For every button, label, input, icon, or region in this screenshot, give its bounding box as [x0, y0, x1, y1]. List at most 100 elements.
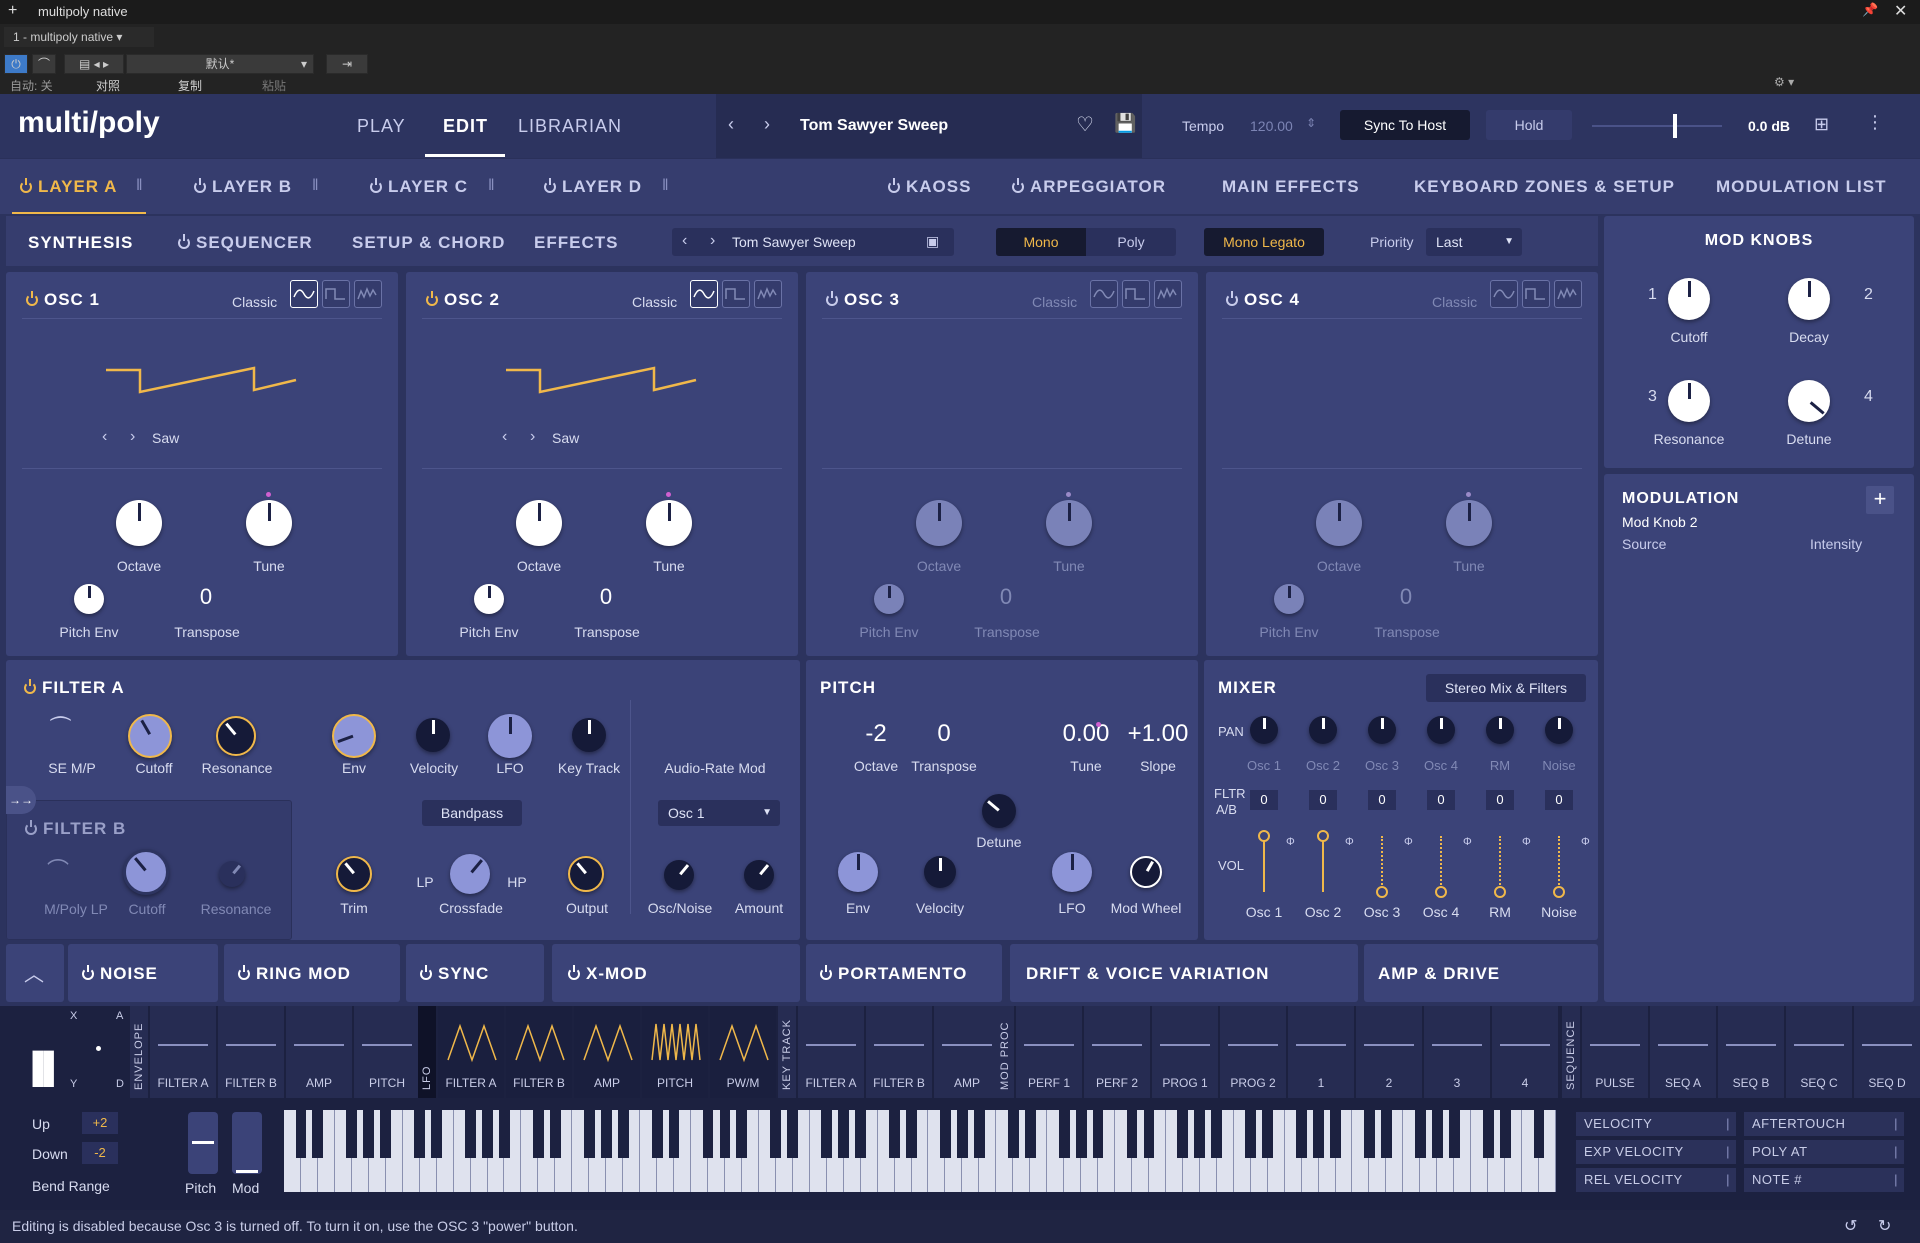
osc-noise-knob[interactable] — [664, 860, 694, 890]
mod-source-tag[interactable]: REL VELOCITY | — [1576, 1168, 1736, 1192]
filter-routing-icon[interactable]: →→ — [6, 786, 36, 814]
chevron-up-icon[interactable]: ︿ — [24, 958, 44, 987]
black-key[interactable] — [889, 1110, 900, 1158]
mod-source-lfo-4[interactable]: PW/M — [710, 1006, 778, 1098]
black-key[interactable] — [1414, 1110, 1426, 1158]
phase-icon[interactable]: Φ — [1463, 836, 1472, 848]
x-mod-tab[interactable]: X-MOD — [552, 944, 800, 1002]
filter-output-knob[interactable] — [568, 856, 604, 892]
noise-wave-icon[interactable] — [1154, 280, 1182, 308]
redo-icon[interactable]: ↻ — [1878, 1216, 1891, 1236]
black-key[interactable] — [719, 1110, 731, 1158]
poly-button[interactable]: Poly — [1086, 228, 1176, 256]
volume-slider[interactable] — [1592, 125, 1722, 127]
tab-kaoss[interactable]: KAOSS — [888, 177, 971, 197]
tab-play[interactable]: PLAY — [357, 116, 406, 137]
pan-knob[interactable] — [1309, 716, 1337, 744]
black-key[interactable] — [973, 1110, 985, 1158]
mod-source-modproc-3[interactable]: PROG 2 — [1220, 1006, 1288, 1098]
power-icon[interactable]: ⏻ — [4, 54, 28, 74]
pitch-tune-value[interactable]: 0.00 — [1046, 720, 1126, 748]
tune-knob[interactable] — [1046, 500, 1092, 546]
square-wave-icon[interactable] — [1522, 280, 1550, 308]
mod-source-modproc-2[interactable]: PROG 1 — [1152, 1006, 1220, 1098]
black-key[interactable] — [956, 1110, 968, 1158]
tab-main-effects[interactable]: MAIN EFFECTS — [1222, 177, 1360, 197]
power-icon[interactable] — [26, 291, 38, 306]
mod-source-envelope-3[interactable]: PITCH — [354, 1006, 422, 1098]
black-key[interactable] — [1431, 1110, 1443, 1158]
black-key[interactable] — [1296, 1110, 1308, 1158]
tune-knob[interactable] — [646, 500, 692, 546]
pitch-env-knob[interactable] — [874, 584, 904, 614]
prev-icon[interactable]: ‹ — [682, 232, 687, 250]
pitch-velocity-knob[interactable] — [924, 856, 956, 888]
filter-b-type-label[interactable]: M/Poly LP — [29, 901, 123, 917]
pitch-slope-value[interactable]: +1.00 — [1118, 720, 1198, 748]
black-key[interactable] — [651, 1110, 663, 1158]
mono-legato-button[interactable]: Mono Legato — [1204, 228, 1324, 256]
phase-icon[interactable]: Φ — [1581, 836, 1590, 848]
black-key[interactable] — [1024, 1110, 1036, 1158]
black-key[interactable] — [465, 1110, 476, 1158]
transpose-value[interactable]: 0 — [986, 584, 1026, 610]
tune-knob[interactable] — [246, 500, 292, 546]
pan-knob[interactable] — [1486, 716, 1514, 744]
volume-fader[interactable] — [1381, 836, 1383, 892]
volume-fader[interactable] — [1263, 836, 1265, 892]
octave-knob[interactable] — [116, 500, 162, 546]
layer-handle-icon[interactable]: ‖ — [136, 177, 143, 195]
power-icon[interactable] — [82, 965, 94, 980]
detune-knob[interactable] — [982, 794, 1016, 828]
grid-icon[interactable]: ⊞ — [1814, 114, 1829, 135]
preset-name-select[interactable]: 默认* ▾ — [126, 54, 314, 74]
hold-button[interactable]: Hold — [1486, 110, 1572, 140]
osc-title[interactable]: OSC 2 — [426, 290, 500, 310]
black-key[interactable] — [363, 1110, 375, 1158]
black-key[interactable] — [346, 1110, 358, 1158]
pitch-env-knob[interactable] — [474, 584, 504, 614]
black-key[interactable] — [583, 1110, 595, 1158]
more-menu-icon[interactable]: ⋮ — [1866, 112, 1884, 133]
black-key[interactable] — [702, 1110, 714, 1158]
pitch-wheel[interactable] — [188, 1112, 218, 1174]
black-key[interactable] — [1126, 1110, 1138, 1158]
power-icon[interactable] — [25, 820, 37, 835]
mod-source-lfo-3[interactable]: PITCH — [642, 1006, 710, 1098]
volume-slider-thumb[interactable] — [1673, 114, 1677, 138]
black-key[interactable] — [838, 1110, 850, 1158]
pitch-lfo-knob[interactable] — [1052, 852, 1092, 892]
volume-fader-handle[interactable] — [1258, 830, 1270, 842]
osc-type-label[interactable]: Classic — [632, 294, 677, 310]
black-key[interactable] — [1380, 1110, 1392, 1158]
filter-ab-value[interactable]: 0 — [1368, 790, 1396, 810]
pan-knob[interactable] — [1427, 716, 1455, 744]
filter-a-title[interactable]: FILTER A — [24, 678, 125, 698]
collapse-panel-button[interactable]: ︿ — [6, 944, 64, 1002]
preset-name[interactable]: Tom Sawyer Sweep — [800, 117, 948, 135]
volume-fader-handle[interactable] — [1376, 886, 1388, 898]
mixer-mode-select[interactable]: Stereo Mix & Filters — [1426, 674, 1586, 702]
gear-icon[interactable]: ⚙ ▾ — [1774, 75, 1794, 89]
tab-setup-chord[interactable]: SETUP & CHORD — [352, 233, 505, 253]
osc-title[interactable]: OSC 3 — [826, 290, 900, 310]
sine-wave-icon[interactable] — [1090, 280, 1118, 308]
sync-to-host-button[interactable]: Sync To Host — [1340, 110, 1470, 140]
power-icon[interactable] — [1226, 291, 1238, 306]
pitch-octave-value[interactable]: -2 — [846, 720, 906, 748]
black-key[interactable] — [532, 1110, 544, 1158]
mod-knob-resonance[interactable] — [1668, 380, 1710, 422]
transpose-value[interactable]: 0 — [186, 584, 226, 610]
power-icon[interactable] — [178, 234, 190, 249]
black-key[interactable] — [1007, 1110, 1019, 1158]
black-key[interactable] — [668, 1110, 680, 1158]
square-wave-icon[interactable] — [1122, 280, 1150, 308]
noise-wave-icon[interactable] — [1554, 280, 1582, 308]
sine-wave-icon[interactable] — [1490, 280, 1518, 308]
black-key[interactable] — [1194, 1110, 1206, 1158]
compare-button[interactable]: 对照 — [96, 77, 120, 94]
phase-icon[interactable]: Φ — [1286, 836, 1295, 848]
mod-source-modproc-4[interactable]: 1 — [1288, 1006, 1356, 1098]
black-key[interactable] — [600, 1110, 612, 1158]
black-key[interactable] — [1143, 1110, 1155, 1158]
